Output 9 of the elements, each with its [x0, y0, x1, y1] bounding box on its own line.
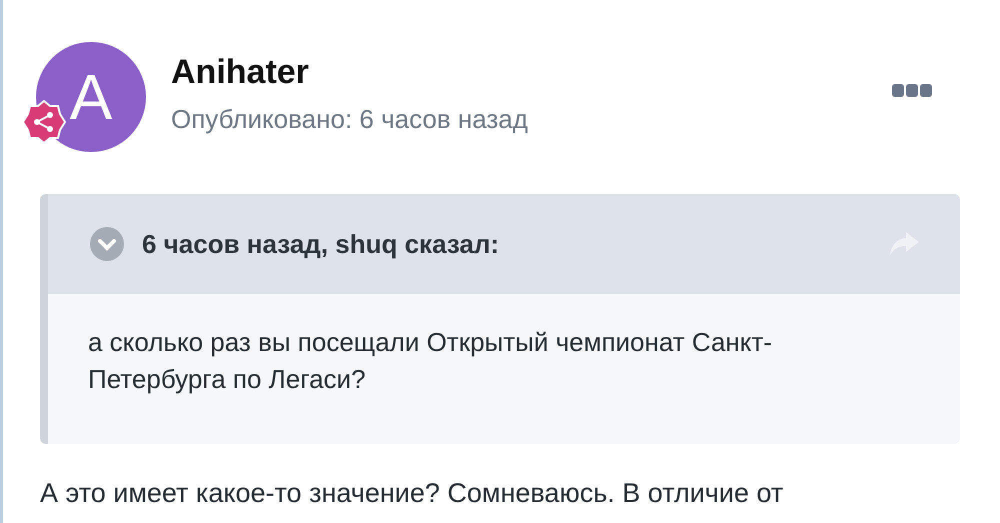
- quote-header: 6 часов назад, shuq сказал:: [142, 228, 500, 260]
- quote-text: а сколько раз вы посещали Открытый чемпионат Санкт-Петербурга по Легаси?: [87, 326, 774, 396]
- author-name[interactable]: Anihater: [171, 53, 528, 92]
- share-badge-icon: [22, 100, 66, 144]
- publish-time: Опубликовано: 6 часов назад: [171, 104, 528, 135]
- post-text: А это имеет какое-то значение? Сомневаюсь. В отличие от: [40, 478, 784, 509]
- more-icon[interactable]: [892, 84, 932, 97]
- chevron-icon[interactable]: [90, 227, 124, 261]
- avatar[interactable]: A: [36, 42, 146, 152]
